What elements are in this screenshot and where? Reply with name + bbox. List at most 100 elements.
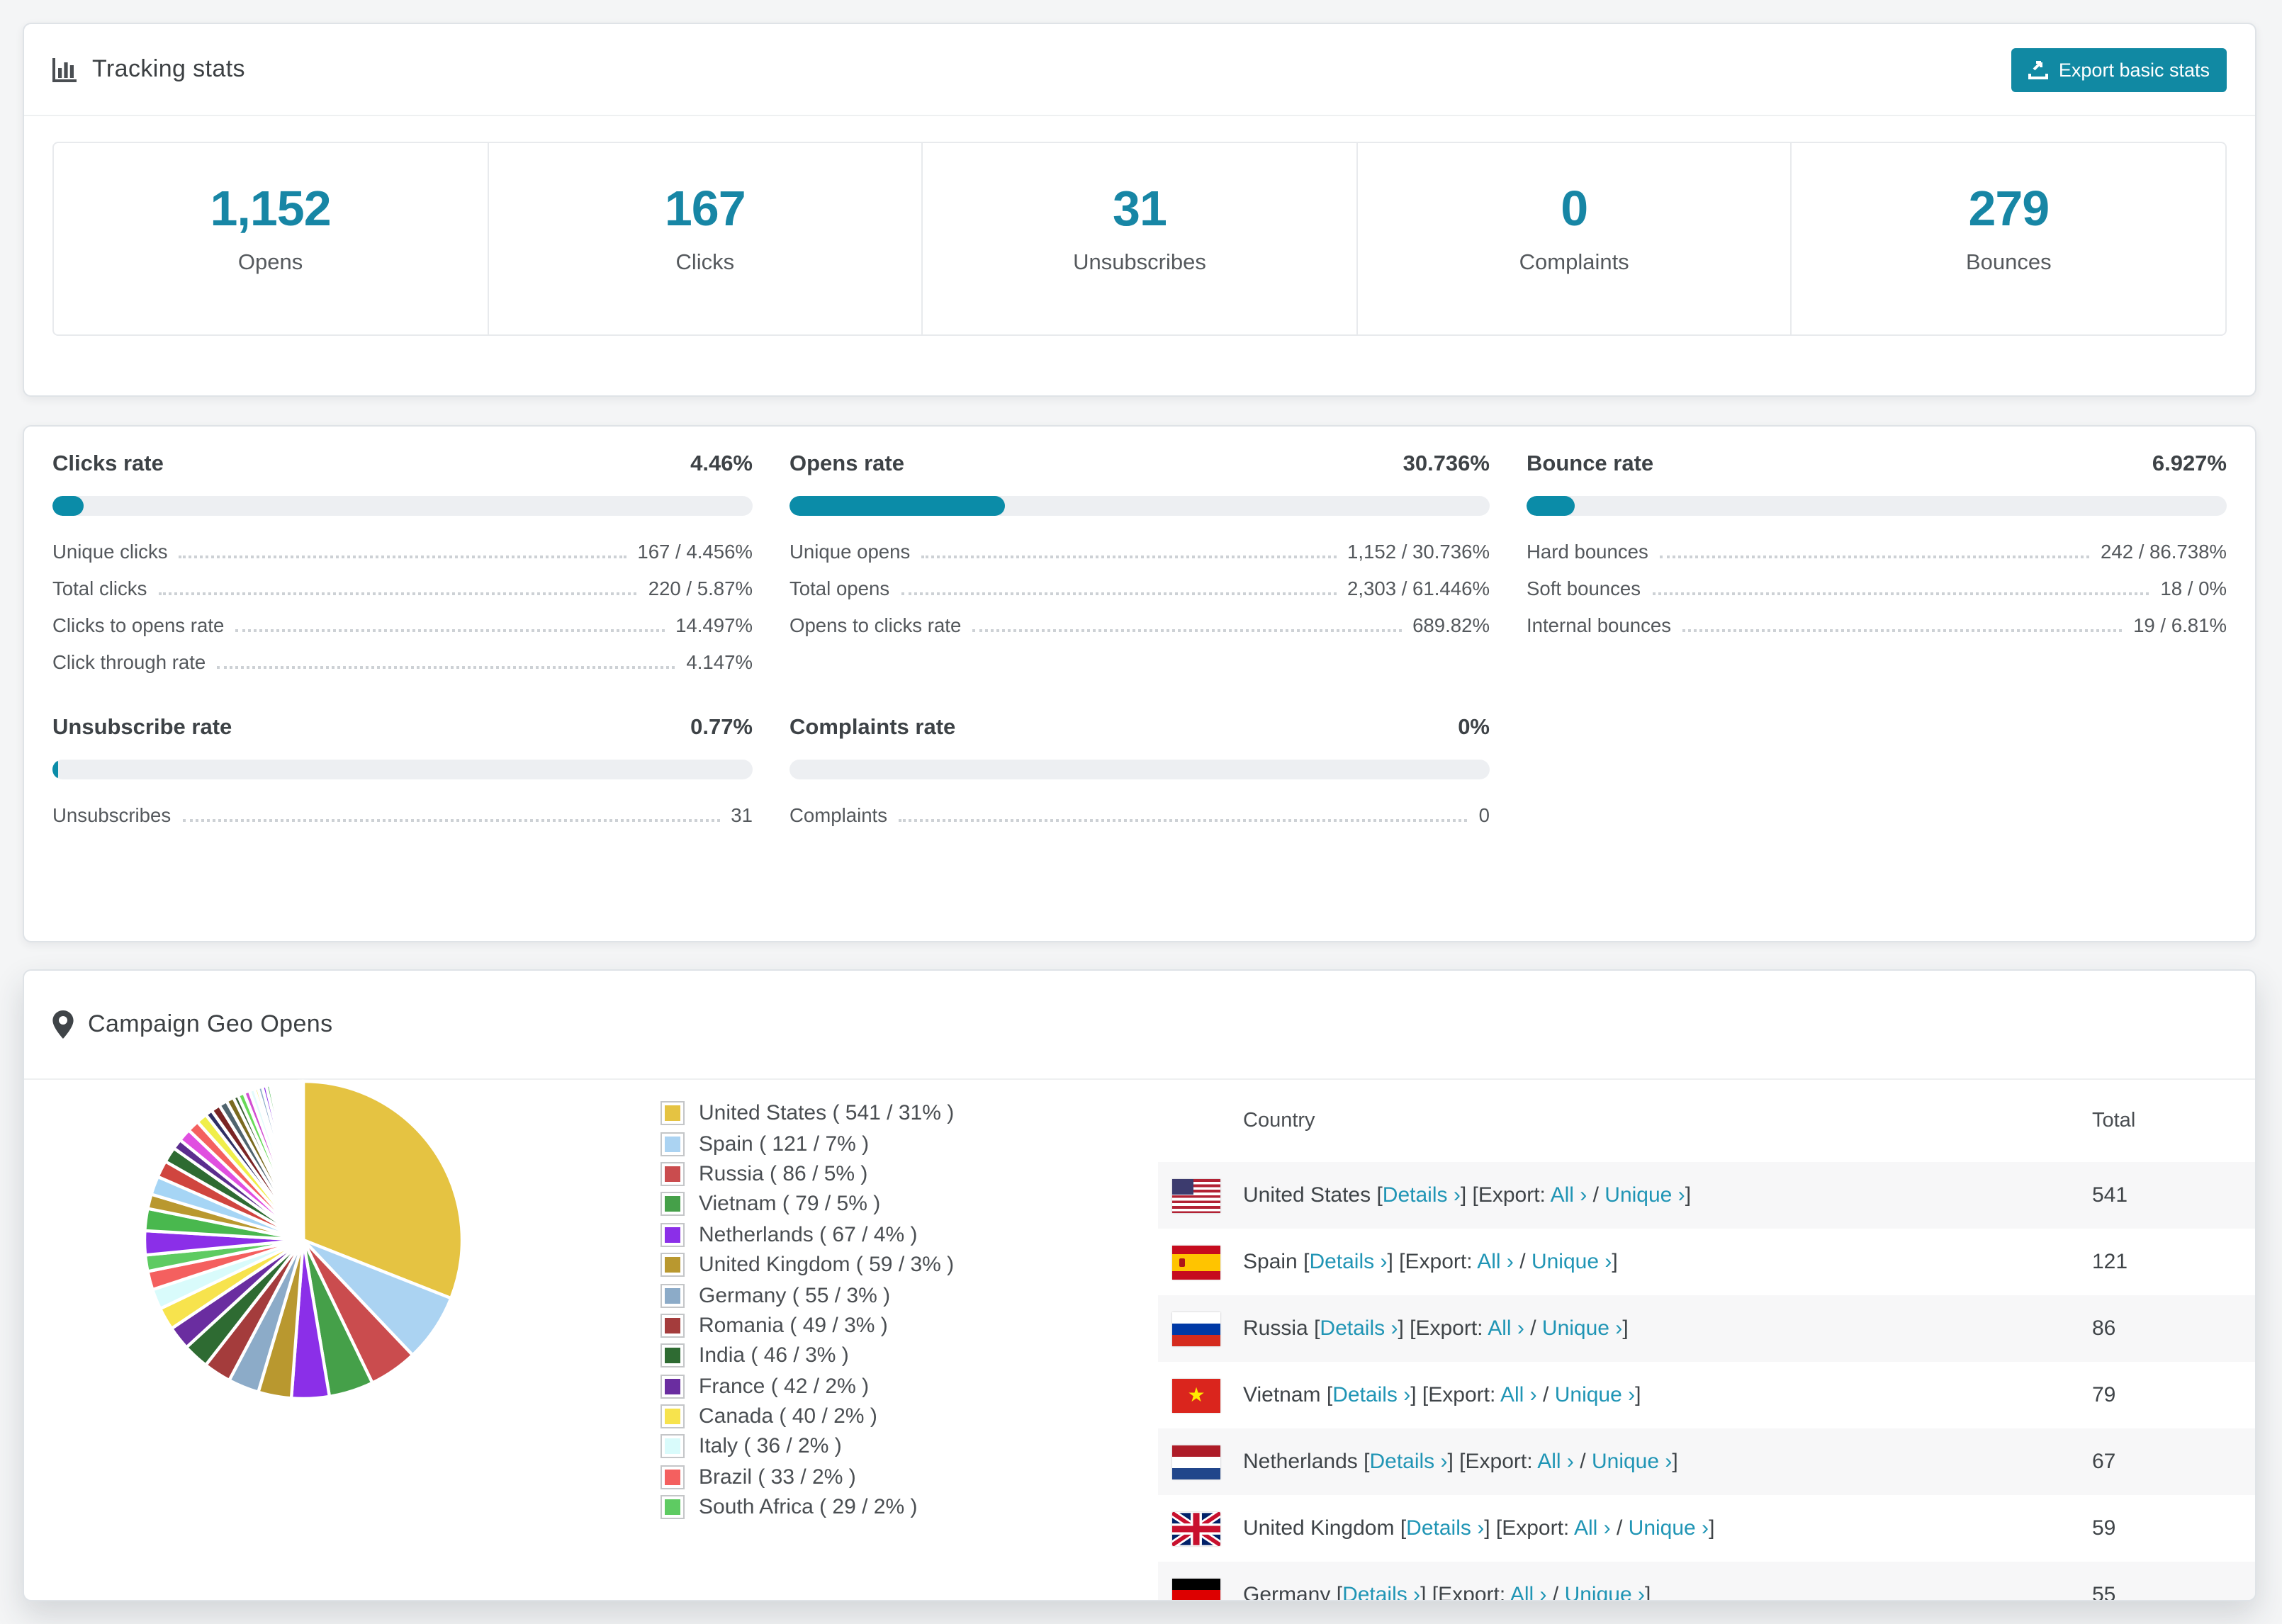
export-unique-link[interactable]: Unique › xyxy=(1604,1183,1685,1207)
metric-label: Complaints xyxy=(789,805,888,826)
progress-bar-fill xyxy=(789,496,1005,516)
rates-body: Clicks rate 4.46% Unique clicks 167 / 4.456… xyxy=(24,427,2255,852)
legend-item-br: Brazil ( 33 / 2% ) xyxy=(661,1462,954,1492)
metric-value: 2,303 / 61.446% xyxy=(1347,578,1490,599)
rate-title: Opens rate xyxy=(789,452,904,476)
stat-box-opens: 1,152 Opens xyxy=(54,143,487,334)
tracking-stats-header: Tracking stats Export basic stats xyxy=(24,24,2255,116)
export-unique-link[interactable]: Unique › xyxy=(1629,1516,1709,1540)
stat-label: Bounces xyxy=(1966,251,2052,275)
progress-bar xyxy=(52,496,753,516)
export-unique-link[interactable]: Unique › xyxy=(1542,1316,1622,1341)
total-column-header: Total xyxy=(2092,1109,2136,1132)
export-all-link[interactable]: All › xyxy=(1574,1516,1611,1540)
progress-bar xyxy=(52,760,753,779)
dotted-leader xyxy=(1659,556,2089,558)
export-all-link[interactable]: All › xyxy=(1488,1316,1524,1341)
bracket: [ xyxy=(1336,1583,1343,1601)
dotted-leader xyxy=(235,629,665,632)
export-prefix: Export: xyxy=(1415,1316,1488,1341)
metric-label: Clicks to opens rate xyxy=(52,615,225,636)
rate-value: 0% xyxy=(1458,716,1490,740)
legend-label: South Africa ( 29 / 2% ) xyxy=(699,1495,918,1520)
metric-row: Internal bounces 19 / 6.81% xyxy=(1527,615,2227,636)
rate-value: 4.46% xyxy=(690,452,753,476)
metric-label: Opens to clicks rate xyxy=(789,615,962,636)
vn-flag-star: ★ xyxy=(1187,1383,1205,1406)
stat-value: 31 xyxy=(1113,181,1167,237)
country-column-header: Country xyxy=(1243,1109,1315,1132)
country-cell: Russia [Details ›] [Export: All › / Uniq… xyxy=(1158,1312,2092,1346)
flag-gb xyxy=(1172,1511,1220,1545)
legend-swatch xyxy=(661,1495,685,1520)
rate-head: Complaints rate 0% xyxy=(789,716,1490,741)
export-all-link[interactable]: All › xyxy=(1510,1583,1547,1600)
metric-value: 220 / 5.87% xyxy=(648,578,753,599)
rate-value: 30.736% xyxy=(1403,452,1490,476)
tracking-stats-title: Tracking stats xyxy=(92,55,245,82)
legend-label: Vietnam ( 79 / 5% ) xyxy=(699,1192,881,1217)
rates-card: Clicks rate 4.46% Unique clicks 167 / 4.456… xyxy=(23,425,2256,942)
details-link[interactable]: Details › xyxy=(1369,1450,1447,1474)
metric-label: Hard bounces xyxy=(1527,541,1648,563)
legend-swatch xyxy=(661,1192,685,1217)
metric-label: Total clicks xyxy=(52,578,147,599)
rate-title: Unsubscribe rate xyxy=(52,716,232,740)
export-all-link[interactable]: All › xyxy=(1500,1383,1537,1407)
export-unique-link[interactable]: Unique › xyxy=(1531,1250,1612,1274)
progress-bar xyxy=(1527,496,2227,516)
export-unique-link[interactable]: Unique › xyxy=(1592,1450,1672,1474)
rate-title: Clicks rate xyxy=(52,452,164,476)
metric-row: Unique opens 1,152 / 30.736% xyxy=(789,541,1490,563)
country-name: United States xyxy=(1243,1183,1377,1207)
legend-item-za: South Africa ( 29 / 2% ) xyxy=(661,1492,954,1523)
legend-label: Italy ( 36 / 2% ) xyxy=(699,1434,842,1459)
stat-value: 1,152 xyxy=(210,181,332,237)
dotted-leader xyxy=(158,592,637,595)
export-all-link[interactable]: All › xyxy=(1551,1183,1587,1207)
details-link[interactable]: Details › xyxy=(1320,1316,1398,1341)
total-cell: 541 xyxy=(2092,1183,2128,1207)
rate-head: Bounce rate 6.927% xyxy=(1527,452,2227,478)
flag-vn: ★ xyxy=(1172,1378,1220,1412)
country-cell: Spain [Details ›] [Export: All › / Uniqu… xyxy=(1158,1245,2092,1279)
legend-item-es: Spain ( 121 / 7% ) xyxy=(661,1129,954,1159)
slash: / xyxy=(1573,1450,1592,1474)
legend-label: United States ( 541 / 31% ) xyxy=(699,1101,955,1126)
total-cell: 86 xyxy=(2092,1316,2116,1341)
geo-opens-table: Country Total United States [Details ›] … xyxy=(1158,1078,2255,1601)
stat-label: Complaints xyxy=(1519,251,1629,275)
details-link[interactable]: Details › xyxy=(1342,1583,1420,1600)
export-button-label: Export basic stats xyxy=(2058,59,2210,80)
bracket: [ xyxy=(1303,1250,1310,1274)
details-link[interactable]: Details › xyxy=(1309,1250,1387,1274)
slash: / xyxy=(1513,1250,1531,1274)
details-link[interactable]: Details › xyxy=(1383,1183,1461,1207)
export-all-link[interactable]: All › xyxy=(1537,1450,1574,1474)
legend-swatch xyxy=(661,1313,685,1338)
legend-item-de: Germany ( 55 / 3% ) xyxy=(661,1280,954,1311)
metric-row: Opens to clicks rate 689.82% xyxy=(789,615,1490,636)
export-all-link[interactable]: All › xyxy=(1477,1250,1514,1274)
legend-swatch xyxy=(661,1101,685,1126)
metric-value: 4.147% xyxy=(686,652,753,673)
details-link[interactable]: Details › xyxy=(1406,1516,1484,1540)
export-unique-link[interactable]: Unique › xyxy=(1565,1583,1645,1600)
bracket: ] [ xyxy=(1410,1383,1429,1407)
rate-block-unsubscribe-rate: Unsubscribe rate 0.77% Unsubscribes 31 xyxy=(52,716,753,826)
rates-empty-cell xyxy=(1527,716,2227,826)
metric-row: Complaints 0 xyxy=(789,805,1490,826)
stat-box-unsubscribes: 31 Unsubscribes xyxy=(921,143,1356,334)
details-link[interactable]: Details › xyxy=(1332,1383,1410,1407)
country-cell: Germany [Details ›] [Export: All › / Uni… xyxy=(1158,1578,2092,1601)
legend-item-gb: United Kingdom ( 59 / 3% ) xyxy=(661,1250,954,1280)
flag-nl xyxy=(1172,1445,1220,1479)
metric-value: 14.497% xyxy=(675,615,753,636)
legend-item-it: Italy ( 36 / 2% ) xyxy=(661,1432,954,1462)
stat-value: 167 xyxy=(664,181,746,237)
slash: / xyxy=(1587,1183,1605,1207)
metric-label: Internal bounces xyxy=(1527,615,1672,636)
geo-table-row-gb: United Kingdom [Details ›] [Export: All … xyxy=(1158,1495,2255,1562)
export-unique-link[interactable]: Unique › xyxy=(1555,1383,1635,1407)
export-basic-stats-button[interactable]: Export basic stats xyxy=(2011,47,2227,91)
